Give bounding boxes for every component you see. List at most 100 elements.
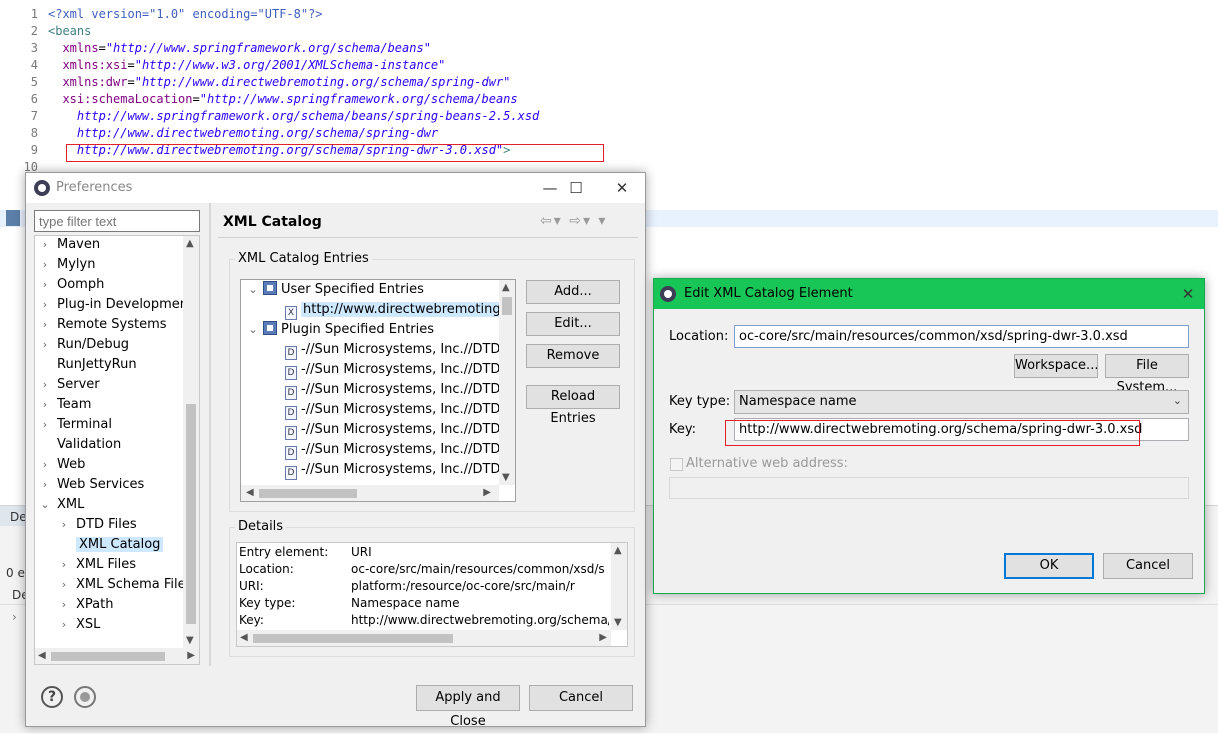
tree-item[interactable]: › Maven bbox=[39, 236, 100, 255]
code-line[interactable]: 2 <beans bbox=[0, 23, 1218, 40]
code-line[interactable]: 6 xsi:schemaLocation="http://www.springf… bbox=[0, 91, 1218, 108]
filter-input[interactable] bbox=[34, 210, 200, 232]
minimize-button[interactable]: — bbox=[536, 177, 564, 199]
tree-item[interactable]: › XML Schema Files bbox=[58, 575, 193, 595]
details-hscroll-thumb[interactable] bbox=[253, 634, 453, 643]
details-scroll-down-icon[interactable]: ▼ bbox=[614, 617, 622, 628]
file-system-button[interactable]: File System... bbox=[1105, 354, 1189, 395]
tree-item[interactable]: Validation bbox=[39, 435, 121, 455]
details-vscroll[interactable]: ▲ ▼ bbox=[611, 543, 627, 630]
chevron-right-icon[interactable]: › bbox=[39, 475, 51, 495]
chevron-right-icon[interactable]: › bbox=[58, 575, 70, 595]
tree-item[interactable]: › Server bbox=[39, 375, 100, 395]
edit-close-button[interactable]: ✕ bbox=[1174, 283, 1202, 305]
close-button[interactable]: ✕ bbox=[608, 177, 636, 199]
tree-item[interactable]: › XSL bbox=[58, 615, 101, 635]
location-field[interactable]: oc-core/src/main/resources/common/xsd/sp… bbox=[734, 325, 1189, 348]
catalog-entry[interactable]: ⌄ User Specified Entries bbox=[247, 280, 424, 300]
nav-back-forward-icon[interactable]: ⇦▾ ⇨▾ ▾ bbox=[540, 213, 607, 229]
alt-web-address-checkbox[interactable] bbox=[670, 458, 683, 471]
code-line[interactable]: 4 xmlns:xsi="http://www.w3.org/2001/XMLS… bbox=[0, 57, 1218, 74]
chevron-right-icon[interactable]: › bbox=[39, 236, 51, 255]
edit-button[interactable]: Edit... bbox=[526, 312, 620, 336]
scroll-right-icon[interactable]: ▶ bbox=[187, 650, 195, 661]
catalog-entry[interactable]: D -//Sun Microsystems, Inc.//DTD Fa bbox=[285, 420, 515, 440]
chevron-down-icon[interactable]: ⌄ bbox=[247, 280, 259, 300]
tree-item[interactable]: › Oomph bbox=[39, 275, 105, 295]
tree-item[interactable]: XML Catalog bbox=[58, 535, 164, 555]
tree-item[interactable]: ⌄ XML bbox=[39, 495, 84, 515]
code-line[interactable]: 7 http://www.springframework.org/schema/… bbox=[0, 108, 1218, 125]
catalog-entry[interactable]: D -//Sun Microsystems, Inc.//DTD Fa bbox=[285, 400, 515, 420]
tree-item[interactable]: › Run/Debug bbox=[39, 335, 129, 355]
bg-expand-arrow[interactable]: › bbox=[12, 610, 17, 624]
tree-item[interactable]: › Team bbox=[39, 395, 92, 415]
chevron-right-icon[interactable]: › bbox=[39, 275, 51, 295]
chevron-right-icon[interactable]: › bbox=[39, 295, 51, 315]
entries-vscroll[interactable]: ▲ ▼ bbox=[499, 280, 515, 485]
help-icon[interactable]: ? bbox=[41, 686, 63, 708]
chevron-right-icon[interactable]: › bbox=[39, 335, 51, 355]
chevron-down-icon[interactable]: ⌄ bbox=[247, 320, 259, 340]
code-line[interactable]: 5 xmlns:dwr="http://www.directwebremotin… bbox=[0, 74, 1218, 91]
code-line[interactable]: 1 <?xml version="1.0" encoding="UTF-8"?> bbox=[0, 6, 1218, 23]
entries-hscroll-thumb[interactable] bbox=[259, 489, 357, 498]
details-scroll-right-icon[interactable]: ▶ bbox=[599, 632, 607, 643]
edit-cancel-button[interactable]: Cancel bbox=[1103, 553, 1193, 579]
chevron-right-icon[interactable]: › bbox=[39, 315, 51, 335]
key-type-select[interactable]: Namespace name ⌄ bbox=[734, 390, 1189, 414]
scroll-up-icon[interactable]: ▲ bbox=[186, 238, 194, 249]
tree-vertical-scrollbar[interactable]: ▲ ▼ bbox=[183, 236, 199, 648]
details-hscroll[interactable]: ◀ ▶ bbox=[237, 630, 611, 646]
entries-scroll-left-icon[interactable]: ◀ bbox=[246, 487, 254, 498]
chevron-right-icon[interactable]: › bbox=[39, 455, 51, 475]
chevron-right-icon[interactable]: › bbox=[39, 415, 51, 435]
tree-item[interactable]: › Remote Systems bbox=[39, 315, 167, 335]
chevron-right-icon[interactable]: › bbox=[58, 615, 70, 635]
chevron-right-icon[interactable]: › bbox=[39, 375, 51, 395]
sash[interactable] bbox=[209, 203, 211, 666]
catalog-entry[interactable]: D -//Sun Microsystems, Inc.//DTD J2 bbox=[285, 460, 515, 480]
chevron-right-icon[interactable]: › bbox=[58, 595, 70, 615]
entries-scroll-up-icon[interactable]: ▲ bbox=[502, 282, 510, 293]
catalog-entries-tree[interactable]: D -//Sun Microsystems, Inc.//DTD J2 D -//Su… bbox=[240, 279, 516, 502]
reload-entries-button[interactable]: Reload Entries bbox=[526, 385, 620, 426]
chevron-down-icon[interactable]: ⌄ bbox=[39, 495, 51, 515]
tree-item[interactable]: › Web bbox=[39, 455, 86, 475]
tree-item[interactable]: › Terminal bbox=[39, 415, 112, 435]
apply-and-close-button[interactable]: Apply and Close bbox=[416, 685, 520, 729]
tree-item[interactable]: › Plug-in Development bbox=[39, 295, 193, 315]
details-text[interactable]: http://www.directwebremoting.org/schema/… bbox=[236, 542, 628, 647]
scroll-left-icon[interactable]: ◀ bbox=[38, 650, 46, 661]
catalog-entry[interactable]: Xhttp://www.directwebremoting.org bbox=[285, 300, 515, 320]
catalog-entry[interactable]: ⌄ Plugin Specified Entries bbox=[247, 320, 434, 340]
scroll-thumb[interactable] bbox=[186, 404, 196, 624]
tree-item[interactable]: RunJettyRun bbox=[39, 355, 137, 375]
maximize-button[interactable]: ☐ bbox=[562, 177, 590, 199]
entries-scroll-right-icon[interactable]: ▶ bbox=[483, 487, 491, 498]
catalog-entry[interactable]: D -//Sun Microsystems, Inc.//DTD E bbox=[285, 380, 513, 400]
add-button[interactable]: Add... bbox=[526, 280, 620, 304]
code-line[interactable]: 3 xmlns="http://www.springframework.org/… bbox=[0, 40, 1218, 57]
hscroll-thumb[interactable] bbox=[51, 652, 165, 661]
chevron-right-icon[interactable]: › bbox=[39, 255, 51, 275]
tree-item[interactable]: › XML Files bbox=[58, 555, 136, 575]
tree-item[interactable]: › XPath bbox=[58, 595, 114, 615]
workspace-button[interactable]: Workspace... bbox=[1014, 354, 1098, 378]
entries-scroll-down-icon[interactable]: ▼ bbox=[502, 472, 510, 483]
tree-item[interactable]: › Mylyn bbox=[39, 255, 96, 275]
catalog-entry[interactable]: D -//Sun Microsystems, Inc.//DTD E bbox=[285, 360, 513, 380]
scroll-down-icon[interactable]: ▼ bbox=[186, 635, 194, 646]
record-preferences-icon[interactable] bbox=[74, 686, 96, 708]
tree-horizontal-scrollbar[interactable]: ◀ ▶ bbox=[35, 648, 199, 664]
chevron-right-icon[interactable]: › bbox=[39, 395, 51, 415]
remove-button[interactable]: Remove bbox=[526, 344, 620, 368]
preferences-tree[interactable]: › XSL › XPath › XML Schema Files › XML Files XML… bbox=[34, 235, 200, 665]
ok-button[interactable]: OK bbox=[1004, 553, 1094, 579]
details-scroll-left-icon[interactable]: ◀ bbox=[240, 632, 248, 643]
details-scroll-up-icon[interactable]: ▲ bbox=[614, 545, 622, 556]
cancel-button[interactable]: Cancel bbox=[529, 685, 633, 711]
entries-scroll-thumb[interactable] bbox=[502, 297, 512, 315]
chevron-right-icon[interactable]: › bbox=[58, 555, 70, 575]
tree-item[interactable]: › DTD Files bbox=[58, 515, 137, 535]
